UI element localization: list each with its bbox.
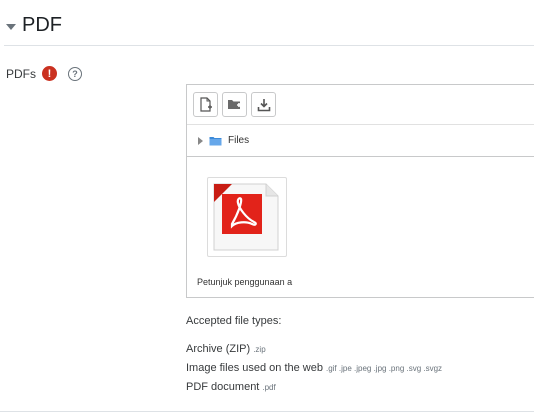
add-file-button[interactable]: [193, 92, 218, 117]
accepted-types-title: Accepted file types:: [186, 315, 282, 327]
file-manager: Files Petunjuk penggunaan a: [186, 84, 534, 298]
path-label[interactable]: Files: [228, 135, 249, 146]
section-divider: [4, 45, 534, 46]
bottom-divider: [0, 411, 534, 412]
create-folder-button[interactable]: [222, 92, 247, 117]
file-manager-toolbar: [187, 85, 534, 125]
exclamation-icon: !: [42, 66, 57, 81]
question-icon[interactable]: ?: [68, 66, 82, 81]
path-bar: Files: [187, 125, 534, 157]
type-name: PDF document: [186, 381, 260, 393]
caret-right-icon: [198, 136, 203, 145]
add-file-icon: [199, 97, 212, 112]
accepted-type-item: PDF document .pdf: [186, 381, 276, 393]
type-extensions: .zip: [253, 345, 266, 354]
download-icon: [257, 98, 270, 111]
pdf-file-icon: [213, 183, 279, 251]
section-title: PDF: [22, 14, 62, 36]
field-label: PDFs: [6, 66, 36, 81]
section-toggle-pdf[interactable]: PDF: [6, 14, 62, 37]
download-button[interactable]: [251, 92, 276, 117]
file-name: Petunjuk penggunaan a: [197, 277, 293, 287]
file-thumbnail: [207, 177, 287, 257]
accepted-type-item: Archive (ZIP) .zip: [186, 343, 266, 355]
type-name: Archive (ZIP): [186, 343, 251, 355]
type-name: Image files used on the web: [186, 362, 323, 374]
create-folder-icon: [228, 100, 241, 109]
chevron-down-icon: [6, 23, 16, 30]
type-extensions: .pdf: [262, 383, 276, 392]
type-extensions: .gif .jpe .jpeg .jpg .png .svg .svgz: [325, 364, 443, 373]
accepted-type-item: Image files used on the web .gif .jpe .jp…: [186, 362, 442, 374]
field-label-row: PDFs ! ?: [6, 66, 82, 81]
folder-icon: [209, 136, 222, 145]
